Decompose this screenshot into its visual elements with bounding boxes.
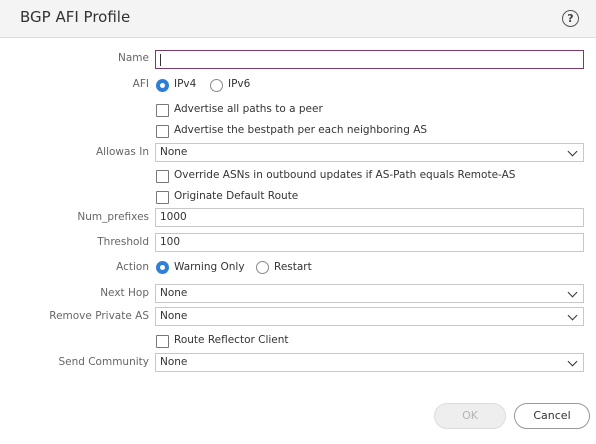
threshold-label: Threshold	[97, 236, 149, 248]
afi-ipv6-radio[interactable]	[210, 79, 223, 92]
name-label: Name	[118, 52, 149, 64]
action-warning-only-label[interactable]: Warning Only	[174, 261, 245, 273]
advertise-all-paths-label[interactable]: Advertise all paths to a peer	[174, 103, 323, 115]
chevron-down-icon	[567, 310, 578, 321]
originate-default-checkbox[interactable]	[156, 191, 169, 204]
chevron-down-icon	[567, 287, 578, 298]
threshold-value: 100	[160, 236, 181, 248]
chevron-down-icon	[567, 356, 578, 367]
advertise-bestpath-checkbox[interactable]	[156, 125, 169, 138]
route-reflector-client-checkbox[interactable]	[156, 335, 169, 348]
advertise-bestpath-label[interactable]: Advertise the bestpath per each neighbor…	[174, 124, 427, 136]
chevron-down-icon	[567, 146, 578, 157]
send-community-select[interactable]: None	[155, 353, 584, 372]
text-cursor	[160, 54, 161, 66]
override-asns-label[interactable]: Override ASNs in outbound updates if AS-…	[174, 169, 515, 181]
remove-private-as-label: Remove Private AS	[49, 310, 149, 322]
next-hop-select[interactable]: None	[155, 284, 584, 303]
dialog-title: BGP AFI Profile	[20, 8, 131, 26]
next-hop-label: Next Hop	[100, 287, 149, 299]
send-community-value: None	[160, 356, 188, 368]
num-prefixes-input[interactable]: 1000	[155, 208, 584, 227]
bgp-afi-profile-dialog: BGP AFI Profile ? Name AFI IPv4 IPv6 Adv…	[0, 0, 596, 444]
route-reflector-client-label[interactable]: Route Reflector Client	[174, 334, 289, 346]
dialog-title-bar: BGP AFI Profile ?	[0, 0, 596, 38]
allowas-in-value: None	[160, 146, 188, 158]
action-restart-label[interactable]: Restart	[274, 261, 312, 273]
next-hop-value: None	[160, 287, 188, 299]
afi-ipv4-label[interactable]: IPv4	[174, 78, 196, 90]
remove-private-as-select[interactable]: None	[155, 307, 584, 326]
num-prefixes-value: 1000	[160, 211, 187, 223]
threshold-input[interactable]: 100	[155, 233, 584, 252]
remove-private-as-value: None	[160, 310, 188, 322]
override-asns-checkbox[interactable]	[156, 170, 169, 183]
afi-ipv6-label[interactable]: IPv6	[228, 78, 250, 90]
action-label: Action	[116, 261, 149, 273]
name-input[interactable]	[155, 50, 584, 69]
num-prefixes-label: Num_prefixes	[77, 211, 149, 223]
help-icon[interactable]: ?	[562, 10, 579, 27]
afi-ipv4-radio[interactable]	[156, 79, 169, 92]
send-community-label: Send Community	[58, 356, 149, 368]
afi-label: AFI	[132, 78, 149, 90]
ok-button[interactable]: OK	[434, 403, 506, 429]
allowas-in-select[interactable]: None	[155, 143, 584, 162]
allowas-in-label: Allowas In	[95, 146, 149, 158]
action-warning-only-radio[interactable]	[156, 261, 169, 274]
cancel-button[interactable]: Cancel	[514, 403, 590, 429]
action-restart-radio[interactable]	[256, 261, 269, 274]
advertise-all-paths-checkbox[interactable]	[156, 104, 169, 117]
originate-default-label[interactable]: Originate Default Route	[174, 190, 298, 202]
